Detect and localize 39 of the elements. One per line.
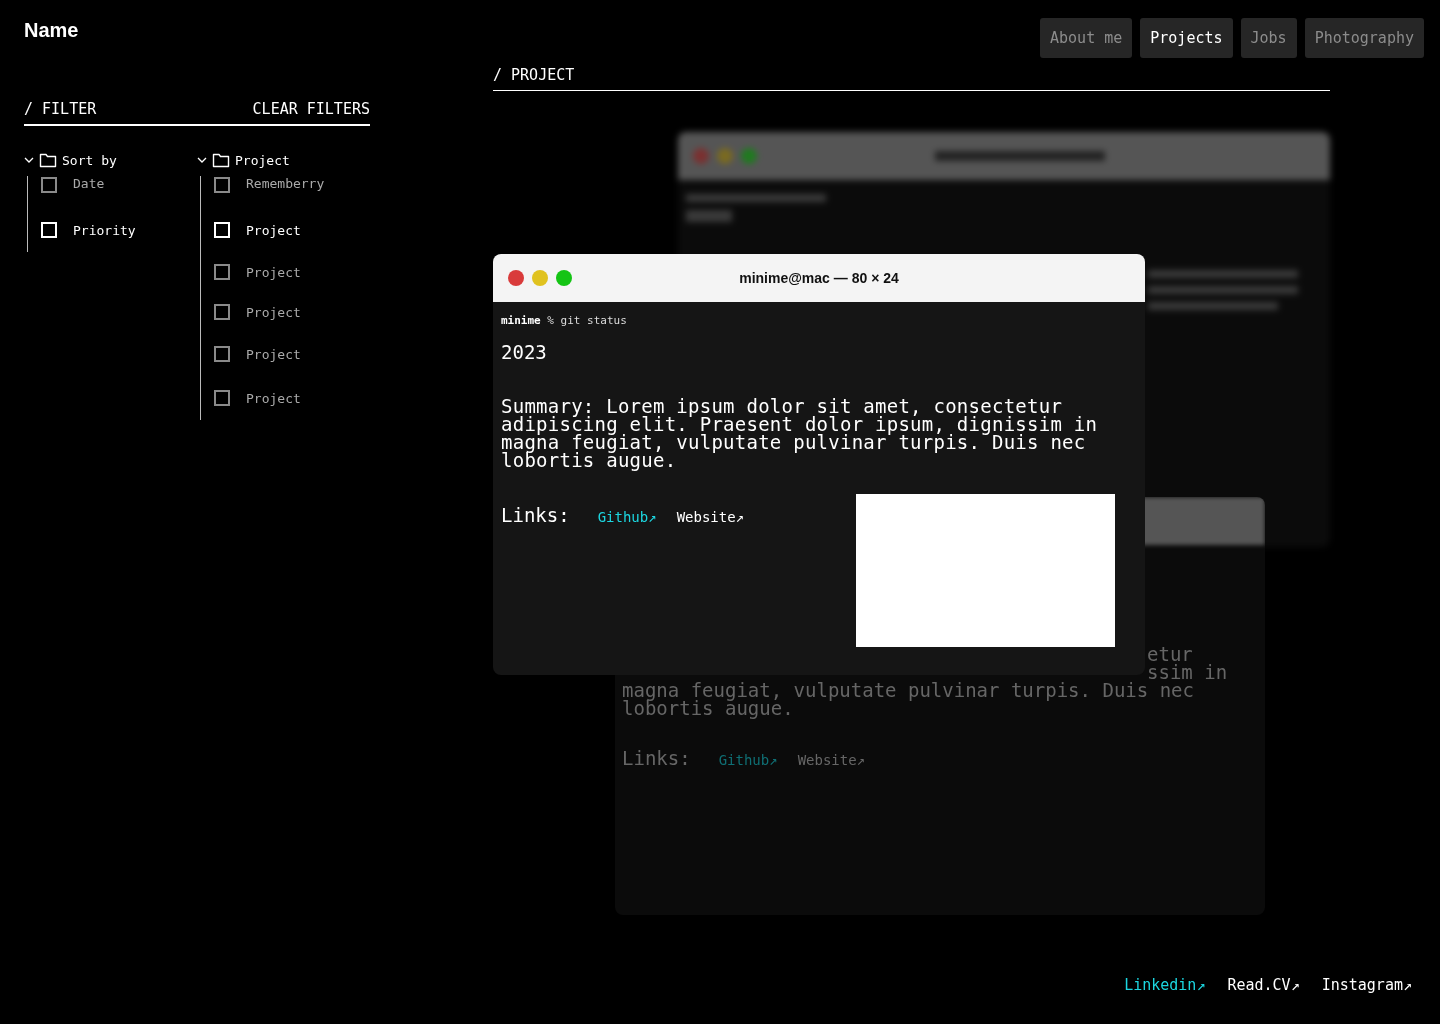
filter-title: / FILTER xyxy=(24,100,97,118)
blurred-text: ssim in xyxy=(1147,663,1229,681)
links-label: Links: xyxy=(622,747,691,769)
maximize-icon[interactable] xyxy=(556,270,572,286)
filter-option[interactable]: Project xyxy=(214,252,370,292)
chevron-down-icon xyxy=(197,155,207,165)
blurred-text: magna feugiat, vulputate pulvinar turpis. Duis nec xyxy=(622,681,1195,699)
footer-link[interactable]: Linkedin↗ xyxy=(1124,976,1206,994)
nav-tab[interactable]: Photography xyxy=(1304,18,1424,58)
filter-option[interactable]: Date xyxy=(41,176,197,208)
filter-option[interactable]: Project xyxy=(214,208,370,252)
footer-link[interactable]: Read.CV↗ xyxy=(1227,976,1300,994)
nav-tab[interactable]: Projects xyxy=(1140,18,1233,58)
link[interactable]: Website↗ xyxy=(676,509,745,525)
footer-link[interactable]: Instagram↗ xyxy=(1321,976,1412,994)
filter-option[interactable]: Project xyxy=(214,332,370,376)
filter-group[interactable]: Project xyxy=(197,150,290,170)
filter-option[interactable]: Priority xyxy=(41,208,197,252)
section-title: / PROJECT xyxy=(493,66,1330,91)
nav-tab[interactable]: Jobs xyxy=(1240,18,1297,58)
summary-text: Summary: Lorem ipsum dolor sit amet, consectetur adipiscing elit. Praesent dolor ipsum, dignissim in magna feugiat, vulputate pulvinar turpis. Duis nec lobortis augue. xyxy=(501,397,1099,469)
links-label: Links: xyxy=(501,504,570,526)
filter-option[interactable]: Project xyxy=(214,292,370,332)
window-title: minime@mac — 80 × 24 xyxy=(738,270,900,286)
command-line: minime % git status xyxy=(501,314,628,327)
filter-option[interactable]: Project xyxy=(214,376,370,420)
filter-option[interactable]: Rememberry xyxy=(214,176,370,208)
clear-filters-button[interactable]: CLEAR FILTERS xyxy=(252,100,370,118)
filter-group[interactable]: Sort by xyxy=(24,150,117,170)
site-name[interactable]: Name xyxy=(24,19,79,42)
chevron-down-icon xyxy=(24,155,34,165)
folder-icon xyxy=(39,152,57,168)
year-text: 2023 xyxy=(501,341,548,363)
close-icon[interactable] xyxy=(508,270,524,286)
blurred-text: etur xyxy=(1146,645,1194,663)
link[interactable]: Github↗ xyxy=(597,509,657,525)
folder-icon xyxy=(212,152,230,168)
minimize-icon[interactable] xyxy=(532,270,548,286)
nav-tab[interactable]: About me xyxy=(1040,18,1133,58)
